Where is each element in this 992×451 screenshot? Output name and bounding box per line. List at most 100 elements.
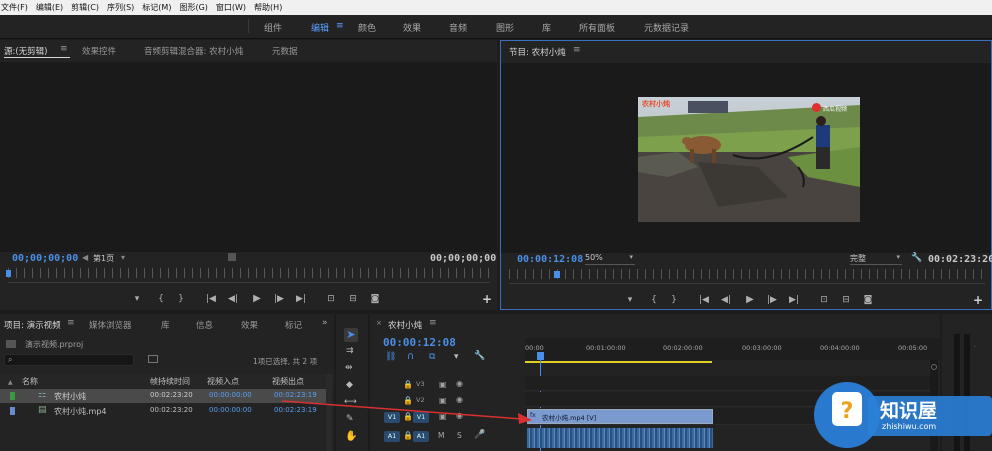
panel-menu-icon[interactable]: ≡ [429, 318, 437, 328]
workspace-editing[interactable]: 编辑 [311, 21, 329, 34]
solo-icon[interactable]: S [457, 431, 462, 440]
tab-media-browser[interactable]: 媒体浏览器 [89, 319, 132, 331]
more-panels-icon[interactable]: » [322, 318, 328, 328]
source-timecode[interactable]: 00;00;00;00 [12, 253, 78, 264]
play-icon[interactable]: ▶ [250, 293, 264, 304]
tab-markers[interactable]: 标记 [285, 319, 302, 331]
workspace-libraries[interactable]: 库 [542, 21, 551, 34]
column-duration[interactable]: 帧持续时间 [150, 376, 190, 387]
zoom-dropdown[interactable]: 50% ▾ [585, 253, 635, 265]
menu-window[interactable]: 窗口(W) [216, 2, 246, 13]
insert-icon[interactable]: ⊡ [324, 294, 338, 304]
tab-effects[interactable]: 效果 [241, 319, 258, 331]
nest-icon[interactable]: ⛓ [385, 352, 396, 362]
page-prev-icon[interactable]: ◀ [82, 253, 88, 262]
step-back-icon[interactable]: ◀| [226, 294, 240, 304]
menu-file[interactable]: 文件(F) [1, 2, 28, 13]
razor-tool-icon[interactable]: ◆ [346, 380, 353, 390]
add-button-icon[interactable]: + [482, 292, 492, 306]
playhead-icon[interactable] [554, 271, 560, 278]
program-scrollbar[interactable] [509, 283, 985, 284]
sort-icon[interactable]: ▲ [8, 379, 13, 386]
menu-graphics[interactable]: 图形(G) [179, 2, 207, 13]
mark-out-icon[interactable]: } [174, 294, 188, 304]
snap-icon[interactable]: ∩ [407, 351, 414, 362]
add-button-icon[interactable]: + [973, 293, 983, 307]
search-input[interactable]: ⌕ [4, 354, 134, 366]
program-ruler[interactable] [509, 269, 985, 279]
source-patch-a1[interactable]: A1 [384, 431, 400, 442]
menu-help[interactable]: 帮助(H) [254, 2, 282, 13]
step-forward-icon[interactable]: |▶ [765, 295, 779, 305]
workspace-graphics[interactable]: 图形 [496, 21, 514, 34]
workspace-metadata[interactable]: 元数据记录 [644, 21, 689, 34]
track-label-a1[interactable]: A1 [413, 431, 429, 442]
tab-info[interactable]: 信息 [196, 319, 213, 331]
panel-menu-icon[interactable]: ≡ [60, 44, 68, 54]
play-icon[interactable]: ▶ [743, 294, 757, 305]
workspace-effects[interactable]: 效果 [403, 21, 421, 34]
marker-icon[interactable]: ▾ [130, 294, 144, 304]
menu-edit[interactable]: 编辑(E) [36, 2, 63, 13]
go-to-in-icon[interactable]: |◀ [697, 295, 711, 305]
wrench-icon[interactable]: 🔧 [911, 253, 922, 263]
selection-tool-icon[interactable]: ➤ [344, 328, 358, 342]
lift-icon[interactable]: ⊡ [817, 295, 831, 305]
menu-clip[interactable]: 剪辑(C) [71, 2, 99, 13]
item-in-point[interactable]: 00:00:00:00 [209, 391, 252, 399]
workspace-color[interactable]: 颜色 [358, 21, 376, 34]
tab-sequence[interactable]: 农村小炖 [388, 319, 422, 331]
tab-metadata[interactable]: 元数据 [272, 45, 298, 57]
page-label[interactable]: 第1页 [93, 253, 114, 264]
column-video-out[interactable]: 视频出点 [272, 376, 304, 387]
go-to-out-icon[interactable]: ▶| [787, 295, 801, 305]
tab-libraries[interactable]: 库 [161, 319, 170, 331]
tab-effect-controls[interactable]: 效果控件 [82, 45, 116, 57]
eye-icon[interactable]: ◉ [456, 379, 463, 388]
panel-menu-icon[interactable]: ≡ [67, 318, 75, 328]
work-area-bar[interactable] [525, 361, 712, 363]
step-forward-icon[interactable]: |▶ [272, 294, 286, 304]
go-to-in-icon[interactable]: |◀ [204, 294, 218, 304]
wrench-icon[interactable]: 🔧 [474, 351, 485, 361]
linked-selection-icon[interactable]: ⧉ [429, 352, 435, 362]
tab-audio-mixer[interactable]: 音频剪辑混合器: 农村小炖 [144, 45, 243, 57]
workspace-audio[interactable]: 音频 [449, 21, 467, 34]
close-icon[interactable]: × [376, 319, 382, 327]
source-ruler[interactable] [8, 268, 490, 278]
menu-sequence[interactable]: 序列(S) [107, 2, 134, 13]
audio-clip[interactable] [527, 428, 713, 448]
source-scrollbar[interactable] [8, 282, 490, 283]
mark-out-icon[interactable]: } [667, 295, 681, 305]
camera-icon[interactable]: ◙ [368, 294, 382, 304]
column-name[interactable]: 名称 [22, 376, 38, 387]
table-row[interactable]: ▤ 农村小炖.mp4 00:02:23:20 00:00:00:00 00:02… [0, 404, 326, 418]
ripple-edit-tool-icon[interactable]: ⇹ [345, 363, 353, 373]
workspace-assembly[interactable]: 组件 [264, 21, 282, 34]
toggle-sync-icon[interactable]: ▣ [439, 380, 447, 389]
scroll-handle-icon[interactable] [931, 364, 937, 370]
track-select-tool-icon[interactable]: ⇉ [346, 346, 354, 356]
label-color-swatch[interactable] [10, 392, 15, 400]
mark-in-icon[interactable]: { [647, 295, 661, 305]
timeline-ruler[interactable]: 00:00 00:01:00:00 00:02:00:00 00:03:00:0… [525, 338, 940, 363]
video-clip[interactable]: fx 农村小炖.mp4 [V] [527, 409, 713, 424]
lock-icon[interactable]: 🔒 [403, 380, 413, 389]
menu-lines-icon[interactable]: ≡ [336, 21, 344, 31]
menu-marker[interactable]: 标记(M) [142, 2, 171, 13]
camera-icon[interactable]: ◙ [861, 295, 875, 305]
extract-icon[interactable]: ⊟ [839, 295, 853, 305]
new-bin-icon[interactable] [148, 355, 158, 363]
column-video-in[interactable]: 视频入点 [207, 376, 239, 387]
workspace-all-panels[interactable]: 所有面板 [579, 21, 615, 34]
add-marker-icon[interactable]: ▾ [454, 352, 459, 362]
lock-icon[interactable]: 🔒 [403, 431, 413, 440]
fit-icon[interactable] [228, 253, 236, 261]
mark-in-icon[interactable]: { [154, 294, 168, 304]
tab-source[interactable]: 源:(无剪辑) [4, 45, 48, 57]
quality-dropdown[interactable]: 完整 ▾ [850, 253, 902, 265]
marker-icon[interactable]: ▾ [623, 295, 637, 305]
mute-icon[interactable]: M [438, 431, 444, 440]
playhead-icon[interactable] [6, 270, 11, 277]
dropdown-caret-icon[interactable]: ▾ [121, 253, 125, 262]
